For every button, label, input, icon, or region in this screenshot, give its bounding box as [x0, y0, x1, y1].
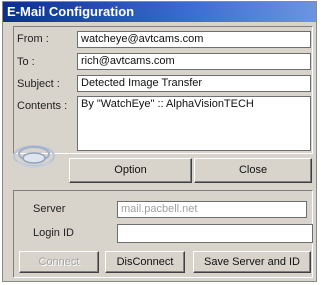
from-label: From : [17, 33, 49, 45]
window-title: E-Mail Configuration [3, 2, 316, 22]
email-config-window: E-Mail Configuration From : watcheye@avt… [2, 1, 317, 282]
from-field[interactable]: watcheye@avtcams.com [77, 31, 311, 48]
server-label: Server [33, 203, 66, 215]
save-server-id-button[interactable]: Save Server and ID [193, 251, 311, 273]
subject-field[interactable]: Detected Image Transfer [77, 75, 311, 92]
subject-label: Subject : [17, 78, 60, 90]
swirl-logo-icon [13, 145, 55, 168]
login-id-label: Login ID [33, 227, 74, 239]
connect-button[interactable]: Connect [19, 251, 99, 273]
server-field[interactable]: mail.pacbell.net [117, 201, 307, 218]
to-field[interactable]: rich@avtcams.com [77, 53, 311, 70]
contents-textarea[interactable]: By "WatchEye" :: AlphaVisionTECH [77, 96, 311, 151]
disconnect-button[interactable]: DisConnect [105, 251, 185, 273]
option-button[interactable]: Option [69, 158, 192, 183]
login-id-field[interactable] [117, 224, 313, 243]
close-button[interactable]: Close [194, 158, 312, 183]
contents-label: Contents : [17, 100, 68, 112]
to-label: To : [17, 56, 35, 68]
